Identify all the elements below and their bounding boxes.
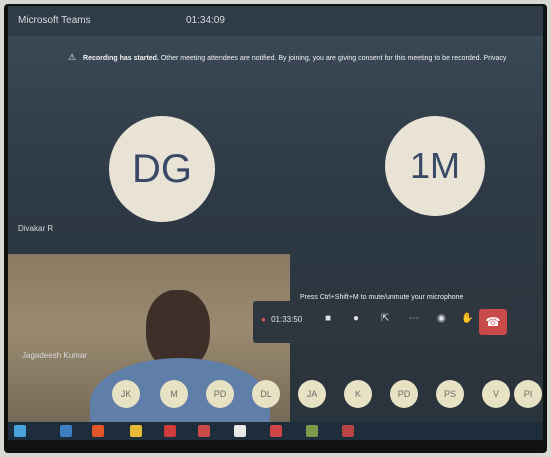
- participant-avatar-dg: DG: [109, 116, 215, 222]
- avatar-initials: 1M: [409, 145, 460, 186]
- windows-taskbar: [8, 422, 543, 440]
- gallery-initials: JK: [120, 389, 132, 399]
- more-options-icon[interactable]: ⋯: [409, 313, 419, 324]
- gallery-avatar[interactable]: DL: [252, 380, 280, 408]
- media-player-icon[interactable]: [60, 425, 72, 437]
- meeting-time: 01:34:09: [186, 15, 225, 26]
- meeting-controls: ● 01:33:50 ■ ● ⇱ ⋯ ◉ ✋ ☎: [253, 301, 515, 343]
- title-bar: Microsoft Teams 01:34:09: [8, 6, 543, 36]
- start-icon[interactable]: [14, 425, 26, 437]
- mute-hint: Press Ctrl+Shift+M to mute/unmute your m…: [300, 294, 464, 301]
- avatar-initials: DG: [132, 146, 192, 191]
- gallery-avatar[interactable]: V: [482, 380, 510, 408]
- participant-name: Divakar R: [18, 224, 54, 233]
- gallery-initials: PD: [397, 389, 411, 399]
- recording-banner: ⚠ Recording has started. Other meeting a…: [68, 52, 538, 68]
- share-screen-icon[interactable]: ⇱: [381, 313, 389, 324]
- gallery-initials: PI: [523, 389, 533, 399]
- phone-icon: ☎: [485, 315, 501, 329]
- gallery-avatar[interactable]: JK: [112, 380, 140, 408]
- gallery-initials: K: [354, 389, 361, 399]
- gallery-avatar[interactable]: M: [160, 380, 188, 408]
- app-icon[interactable]: [270, 425, 282, 437]
- gallery-initials: PS: [443, 389, 456, 399]
- gallery-initials: M: [170, 389, 178, 399]
- gallery-initials: JA: [306, 389, 318, 399]
- chat-icon[interactable]: ◉: [437, 313, 446, 324]
- call-timer: ● 01:33:50: [261, 315, 302, 324]
- banner-bold-text: Recording has started.: [83, 55, 159, 62]
- app-icon[interactable]: [306, 425, 318, 437]
- file-explorer-icon[interactable]: [130, 425, 142, 437]
- microphone-icon[interactable]: ●: [353, 313, 359, 324]
- gallery-avatar[interactable]: JA: [298, 380, 326, 408]
- warning-icon: ⚠: [68, 52, 77, 62]
- app-name: Microsoft Teams: [18, 15, 91, 26]
- chrome-icon[interactable]: [164, 425, 176, 437]
- raise-hand-icon[interactable]: ✋: [461, 313, 473, 324]
- recording-dot-icon: ●: [261, 315, 266, 324]
- gallery-initials: PD: [213, 389, 227, 399]
- camera-icon[interactable]: ■: [325, 313, 331, 324]
- gallery-avatar[interactable]: K: [344, 380, 372, 408]
- document-icon[interactable]: [234, 425, 246, 437]
- gallery-avatar[interactable]: PD: [206, 380, 234, 408]
- app-icon[interactable]: [342, 425, 354, 437]
- gallery-initials: DL: [260, 389, 272, 399]
- video-participant-name: Jagadeesh Kumar: [22, 351, 87, 360]
- gallery-avatar[interactable]: PI: [514, 380, 542, 408]
- firefox-icon[interactable]: [92, 425, 104, 437]
- gallery-initials: V: [492, 389, 499, 399]
- gallery-avatar[interactable]: PS: [436, 380, 464, 408]
- gallery-avatar[interactable]: PD: [390, 380, 418, 408]
- participant-avatar-1m: 1M: [385, 116, 485, 216]
- call-timer-value: 01:33:50: [271, 315, 303, 324]
- hang-up-button[interactable]: ☎: [479, 309, 507, 335]
- banner-text[interactable]: Other meeting attendees are notified. By…: [161, 55, 507, 62]
- teams-window: Microsoft Teams 01:34:09 ⚠ Recording has…: [8, 6, 543, 440]
- app-icon[interactable]: [198, 425, 210, 437]
